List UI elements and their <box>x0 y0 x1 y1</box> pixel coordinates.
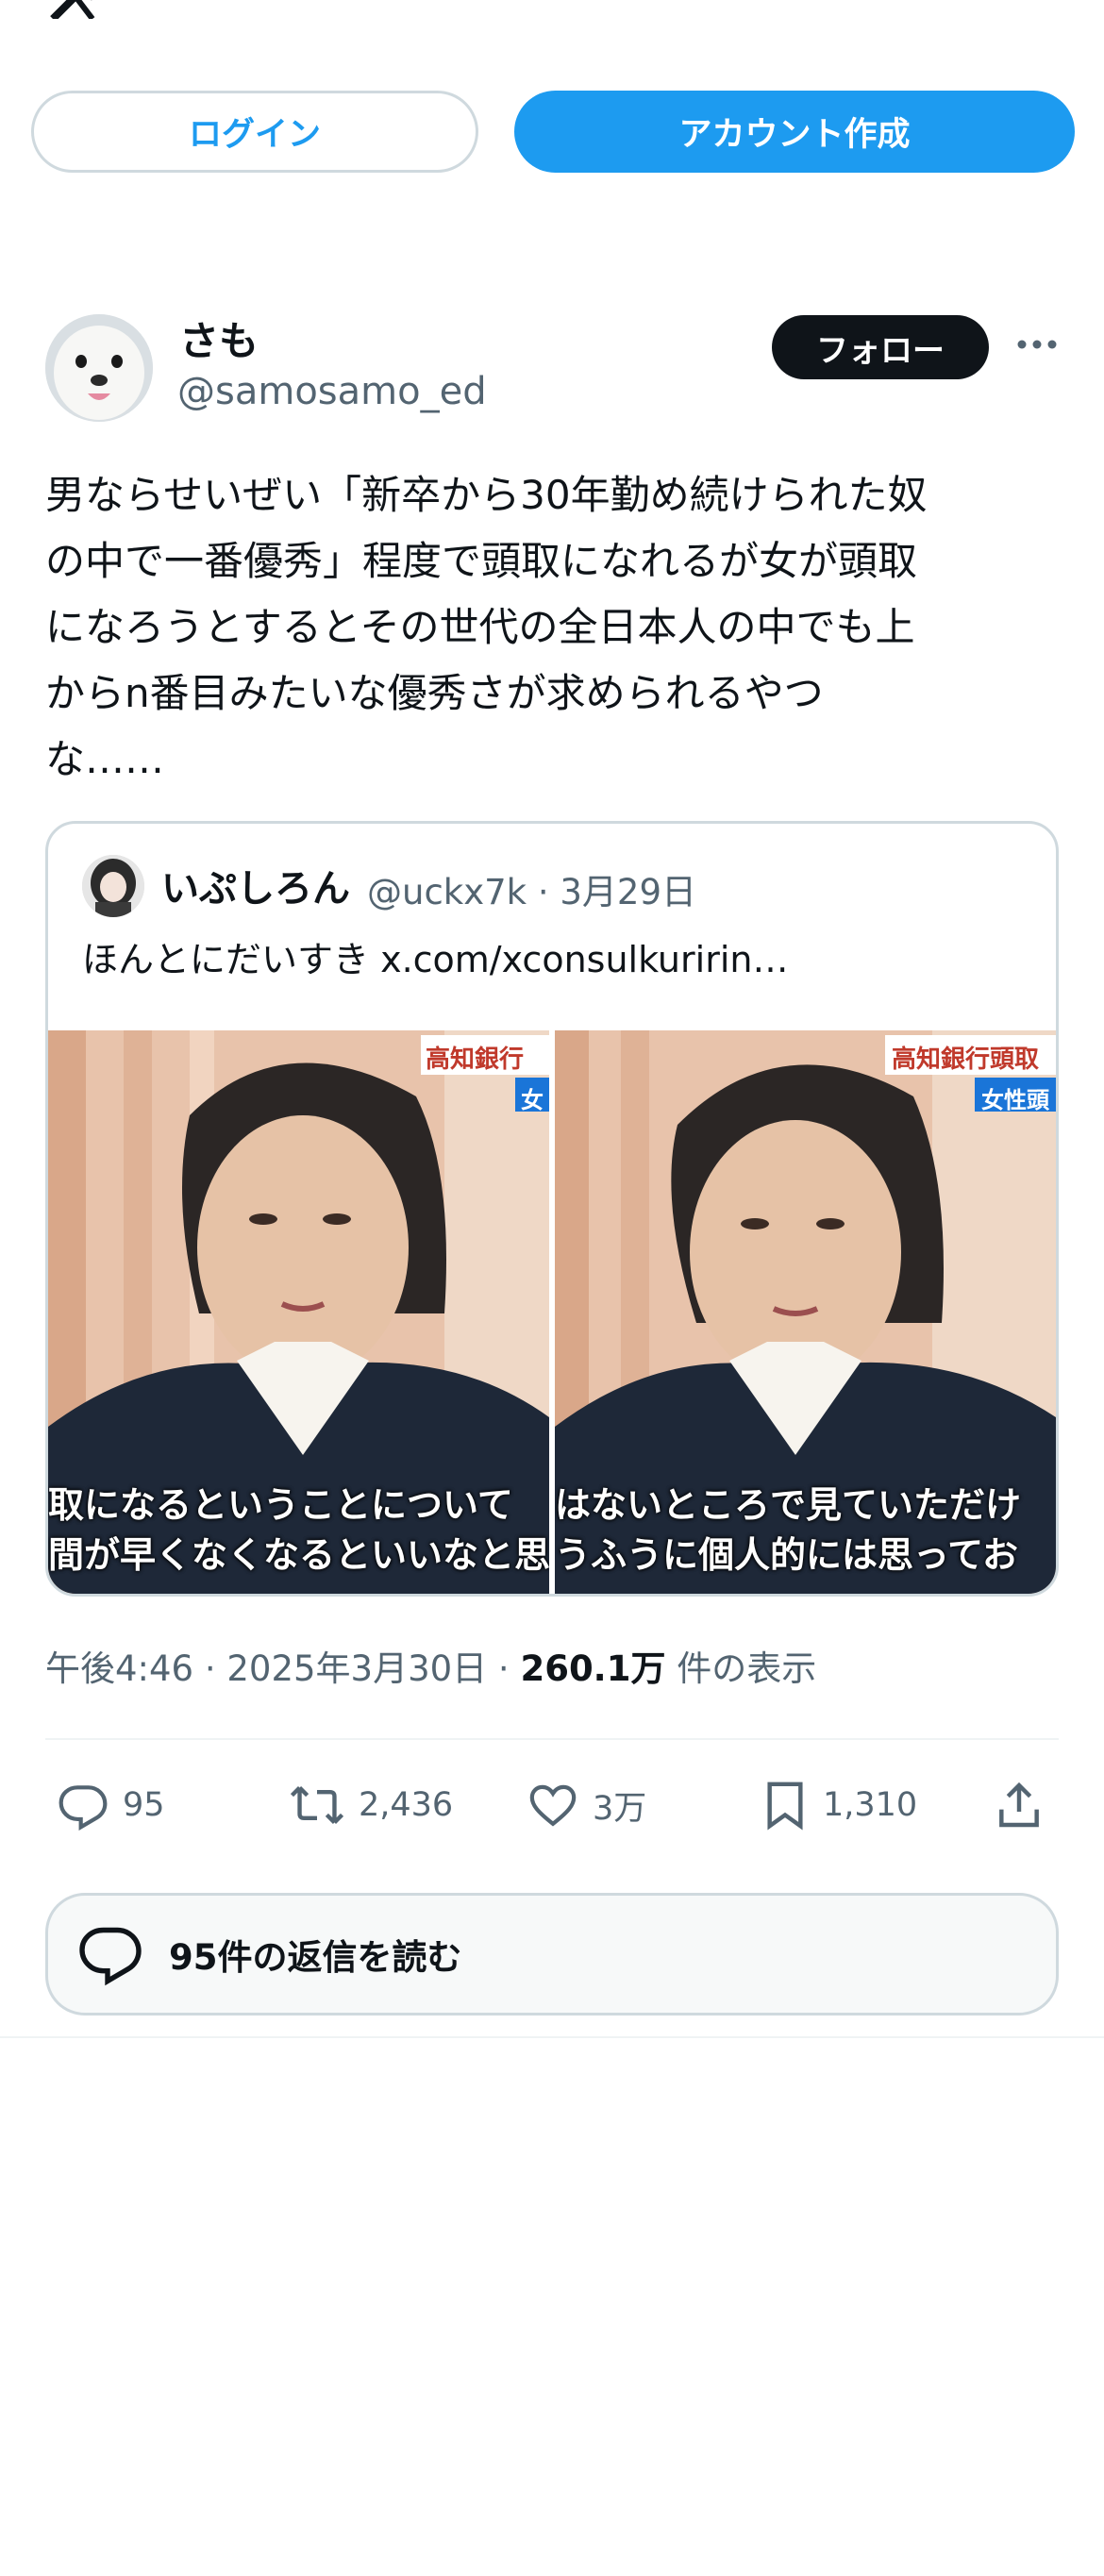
image-1-caption-line1: 取になるということについて <box>48 1484 513 1526</box>
like-button[interactable]: 3万 <box>527 1772 646 1838</box>
image-1-caption-line2: 間が早くなくなるといいなと思 <box>48 1534 549 1576</box>
reply-count: 95 <box>123 1786 165 1824</box>
heart-icon <box>529 1784 577 1827</box>
read-replies-label: 95件の返信を読む <box>169 1937 462 1978</box>
quote-author-avatar[interactable] <box>82 855 144 917</box>
image-2-banner-sub: 女性頭 <box>981 1087 1049 1113</box>
tweet-time[interactable]: 午後4:46 · 2025年3月30日 · <box>45 1648 520 1689</box>
image-1-banner: 高知銀行 <box>426 1045 525 1074</box>
bookmark-button[interactable]: 1,310 <box>761 1772 917 1838</box>
reply-bubble-icon <box>79 1927 142 1986</box>
bookmark-count: 1,310 <box>823 1786 918 1824</box>
section-divider <box>0 2036 1104 2038</box>
reply-icon <box>59 1785 108 1832</box>
author-avatar[interactable] <box>45 314 153 422</box>
quoted-tweet[interactable]: いぷしろん @uckx7k · 3月29日 ほんとにだいすき x.com/xco… <box>45 821 1059 1597</box>
retweet-icon <box>290 1785 344 1825</box>
author-handle[interactable]: @samosamo_ed <box>177 370 487 413</box>
bookmark-icon <box>767 1781 803 1831</box>
quote-author-name[interactable]: いぷしろん <box>161 858 350 912</box>
retweet-button[interactable]: 2,436 <box>289 1772 453 1838</box>
read-replies-button[interactable]: 95件の返信を読む <box>45 1893 1059 2016</box>
like-count: 3万 <box>593 1789 647 1828</box>
x-logo-icon[interactable] <box>45 0 111 22</box>
login-button[interactable]: ログイン <box>31 91 478 173</box>
divider <box>45 1738 1059 1740</box>
views-label: 件の表示 <box>665 1648 817 1689</box>
create-account-button[interactable]: アカウント作成 <box>514 91 1075 173</box>
image-2-banner: 高知銀行頭取 <box>892 1045 1040 1074</box>
tweet-meta: 午後4:46 · 2025年3月30日 · 260.1万 件の表示 <box>45 1640 816 1691</box>
author-name[interactable]: さも <box>179 309 259 367</box>
share-icon <box>999 1781 1039 1828</box>
image-2-caption-line2: うふうに個人的には思ってお <box>555 1534 1018 1576</box>
retweet-count: 2,436 <box>359 1786 454 1824</box>
tweet-text: 男ならせいぜい「新卒から30年勤め続けられた奴 の中で一番優秀」程度で頭取になれ… <box>45 472 928 782</box>
image-1-banner-sub: 女 <box>521 1087 544 1113</box>
quote-image-1[interactable]: 高知銀行 女 取になるということについて 間が早くなくなるといいなと思 <box>48 1030 549 1594</box>
image-2-caption-line1: はないところで見ていただけ <box>555 1484 1022 1526</box>
views-count: 260.1万 <box>520 1648 666 1689</box>
reply-button[interactable]: 95 <box>57 1772 165 1838</box>
quote-meta: @uckx7k · 3月29日 <box>367 872 696 912</box>
more-icon[interactable] <box>1013 321 1061 368</box>
quote-text: ほんとにだいすき x.com/xconsulkuririn… <box>82 939 789 980</box>
quote-image-2[interactable]: 高知銀行頭取 女性頭 はないところで見ていただけ うふうに個人的には思ってお <box>555 1030 1056 1594</box>
share-button[interactable] <box>993 1772 1045 1838</box>
quote-media[interactable]: 高知銀行 女 取になるということについて 間が早くなくなるといいなと思 高知銀行… <box>48 1030 1056 1594</box>
follow-button[interactable]: フォロー <box>772 315 989 379</box>
